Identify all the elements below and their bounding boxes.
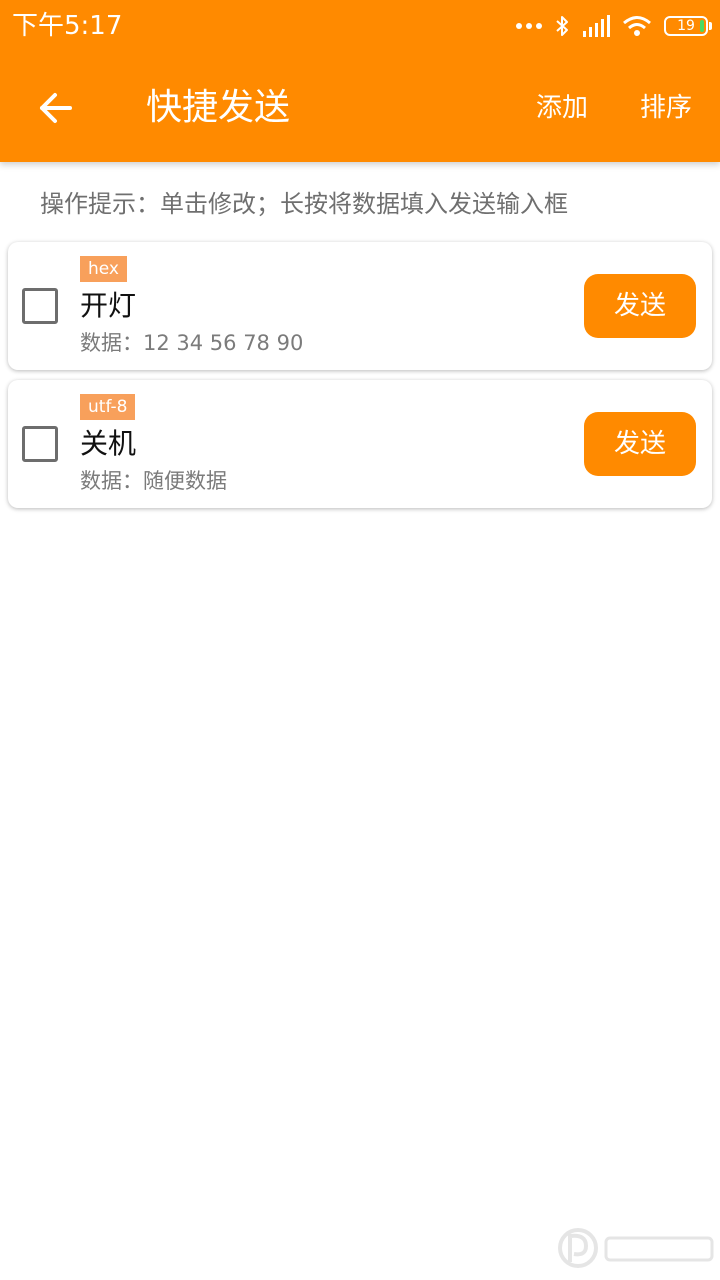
item-name: 关机 (80, 427, 137, 460)
list-item[interactable]: hex 开灯 数据：12 34 56 78 90 发送 (8, 242, 712, 370)
top-bar: 下午5:17 19 快捷发送 添加 排序 (0, 0, 720, 162)
send-button[interactable]: 发送 (584, 412, 696, 476)
wifi-icon (623, 16, 651, 36)
item-checkbox[interactable] (22, 426, 58, 462)
status-icons: 19 (516, 12, 712, 40)
page-title: 快捷发送 (146, 87, 291, 128)
status-time: 下午5:17 (12, 11, 123, 41)
encoding-badge: utf-8 (80, 394, 136, 420)
item-checkbox[interactable] (22, 288, 58, 324)
screen: 下午5:17 19 快捷发送 添加 排序 操作提示：单击修改；长按将数据填入发送… (0, 0, 720, 1280)
watermark-logo (558, 1228, 714, 1268)
item-data: 数据：12 34 56 78 90 (80, 331, 304, 355)
sort-button[interactable]: 排序 (640, 86, 692, 130)
item-data: 数据：随便数据 (80, 469, 227, 493)
status-bar: 下午5:17 19 (0, 0, 720, 52)
app-bar: 快捷发送 添加 排序 (0, 52, 720, 162)
add-button[interactable]: 添加 (536, 86, 588, 130)
signal-icon (583, 15, 610, 37)
back-arrow-icon (40, 93, 72, 123)
encoding-badge: hex (80, 256, 127, 282)
list-item[interactable]: utf-8 关机 数据：随便数据 发送 (8, 380, 712, 508)
item-name: 开灯 (80, 289, 137, 322)
battery-level: 19 (677, 18, 695, 34)
more-dots-icon (516, 23, 542, 29)
operation-hint: 操作提示：单击修改；长按将数据填入发送输入框 (40, 190, 568, 218)
bluetooth-icon (556, 16, 568, 36)
back-button[interactable] (30, 82, 82, 134)
send-button[interactable]: 发送 (584, 274, 696, 338)
battery-icon: 19 (664, 16, 712, 36)
